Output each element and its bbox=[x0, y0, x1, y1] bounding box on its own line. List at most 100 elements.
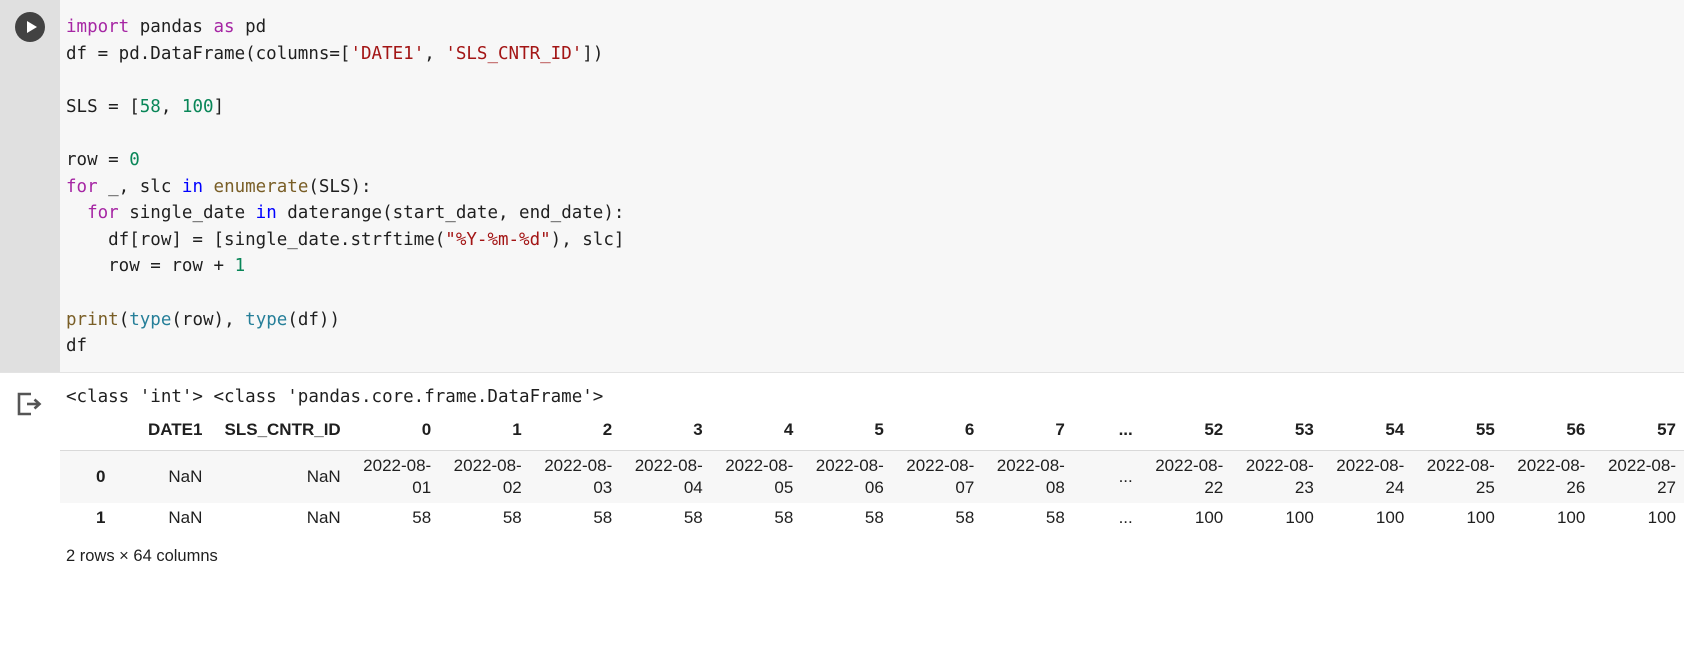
dataframe-cell: NaN bbox=[306, 508, 341, 527]
code-token: 1 bbox=[234, 256, 246, 277]
dataframe-table: DATE1 SLS_CNTR_ID 0 1 2 3 4 5 6 7... 52 53 54 55 56 57 … bbox=[60, 415, 1684, 533]
dataframe-cell: 100 bbox=[1194, 508, 1224, 527]
code-token: 0 bbox=[129, 149, 140, 170]
dataframe-column-header: 3 bbox=[620, 415, 711, 451]
run-cell-button[interactable] bbox=[15, 12, 45, 42]
code-token: pd bbox=[234, 17, 267, 37]
dataframe-cell: 58 bbox=[864, 508, 884, 527]
code-token: df[row] = [single_date.strftime( bbox=[66, 229, 446, 250]
code-token: daterange(start_date, end_date): bbox=[276, 203, 625, 224]
code-source[interactable]: import pandas as pd df = pd.DataFrame(co… bbox=[66, 14, 1684, 360]
play-icon bbox=[26, 21, 37, 33]
dataframe-column-header: 53 bbox=[1231, 415, 1322, 451]
dataframe-column-header: 5 bbox=[801, 415, 892, 451]
dataframe-cell: 2022-08-26 bbox=[1517, 456, 1586, 497]
code-token: ( bbox=[118, 309, 130, 330]
dataframe-cell: 2022-08-03 bbox=[544, 456, 613, 497]
code-token: (df)) bbox=[287, 309, 340, 330]
code-cell-gutter bbox=[0, 0, 60, 372]
code-token: row = bbox=[66, 149, 130, 170]
dataframe-cell: 2022-08-05 bbox=[725, 456, 794, 497]
stdout-text: <class 'int'> <class 'pandas.core.frame.… bbox=[66, 387, 604, 407]
code-token: "%Y-%m-%d" bbox=[445, 229, 551, 250]
dataframe-column-header: 57 bbox=[1593, 415, 1684, 451]
code-token: _, slc bbox=[97, 176, 182, 197]
dataframe-cell: 58 bbox=[1045, 508, 1065, 527]
dataframe-cell: 2022-08-04 bbox=[634, 456, 703, 497]
dataframe-column-header: 52 bbox=[1140, 415, 1232, 451]
dataframe-column-header: 1 bbox=[439, 415, 530, 451]
code-token: type bbox=[129, 309, 172, 330]
dataframe-shape-note: 2 rows × 64 columns bbox=[66, 547, 218, 565]
code-token: ] bbox=[213, 96, 225, 117]
code-token: in bbox=[181, 176, 203, 197]
dataframe-cell: 58 bbox=[774, 508, 794, 527]
dataframe-cell: ... bbox=[1118, 508, 1133, 527]
code-token: (SLS): bbox=[308, 176, 372, 197]
dataframe-cell: 2022-08-08 bbox=[996, 456, 1065, 497]
code-token: 'DATE1' bbox=[350, 43, 425, 64]
dataframe-cell: 58 bbox=[593, 508, 613, 527]
dataframe-cell: NaN bbox=[306, 467, 341, 486]
dataframe-row-index: 1 bbox=[96, 508, 106, 527]
dataframe-cell: 2022-08-02 bbox=[453, 456, 522, 497]
dataframe-scroll-area[interactable]: DATE1 SLS_CNTR_ID 0 1 2 3 4 5 6 7... 52 53 54 55 56 57 … bbox=[60, 415, 1684, 533]
dataframe-cell: 2022-08-22 bbox=[1155, 456, 1224, 497]
dataframe-cell: 2022-08-06 bbox=[815, 456, 884, 497]
dataframe-column-header: DATE1 bbox=[113, 415, 211, 451]
dataframe-head: DATE1 SLS_CNTR_ID 0 1 2 3 4 5 6 7... 52 53 54 55 56 57 bbox=[60, 415, 1684, 451]
code-token: print bbox=[66, 309, 119, 330]
dataframe-column-header: 55 bbox=[1412, 415, 1503, 451]
dataframe-cell: 2022-08-25 bbox=[1426, 456, 1495, 497]
code-token: 100 bbox=[181, 96, 214, 117]
code-token: 58 bbox=[139, 96, 161, 117]
dataframe-header-row: DATE1 SLS_CNTR_ID 0 1 2 3 4 5 6 7... 52 53 54 55 56 57 bbox=[60, 415, 1684, 451]
dataframe-cell: 2022-08-01 bbox=[363, 456, 432, 497]
code-token: import bbox=[66, 17, 130, 37]
code-token: df = pd.DataFrame(columns=[ bbox=[66, 43, 351, 64]
dataframe-cell: 100 bbox=[1556, 508, 1586, 527]
dataframe-cell: ... bbox=[1118, 467, 1133, 486]
dataframe-cell: NaN bbox=[168, 467, 203, 486]
code-token: ]) bbox=[582, 43, 604, 64]
dataframe-column-header: 54 bbox=[1321, 415, 1413, 451]
dataframe-cell: 2022-08-23 bbox=[1245, 456, 1314, 497]
code-token: for bbox=[87, 203, 119, 224]
code-editor[interactable]: import pandas as pd df = pd.DataFrame(co… bbox=[60, 0, 1684, 372]
code-token: 'SLS_CNTR_ID' bbox=[445, 43, 583, 64]
dataframe-cell: 58 bbox=[412, 508, 432, 527]
dataframe-column-header: 56 bbox=[1502, 415, 1594, 451]
output-body: <class 'int'> <class 'pandas.core.frame.… bbox=[60, 373, 1684, 566]
code-token: row = row + bbox=[66, 256, 235, 277]
dataframe-column-header: SLS_CNTR_ID bbox=[210, 415, 349, 451]
code-token: for bbox=[66, 176, 98, 197]
dataframe-body: 0 NaN NaN 2022-08-01 2022-08-02 2022-08-03 202… bbox=[60, 450, 1684, 533]
dataframe-cell: NaN bbox=[168, 508, 203, 527]
dataframe-cell: 58 bbox=[683, 508, 703, 527]
dataframe-column-header: 0 bbox=[348, 415, 440, 451]
code-token: pandas bbox=[129, 17, 214, 37]
code-cell: import pandas as pd df = pd.DataFrame(co… bbox=[0, 0, 1684, 373]
code-token: , bbox=[424, 43, 446, 64]
code-token: as bbox=[213, 17, 235, 37]
code-token: SLS = [ bbox=[66, 96, 140, 117]
code-token: in bbox=[255, 203, 277, 224]
dataframe-cell: 2022-08-07 bbox=[906, 456, 975, 497]
dataframe-column-header: 6 bbox=[891, 415, 983, 451]
dataframe-cell: 58 bbox=[955, 508, 975, 527]
dataframe-cell: 58 bbox=[502, 508, 522, 527]
dataframe-column-header: 2 bbox=[529, 415, 621, 451]
code-token: df bbox=[66, 336, 88, 357]
code-token: , bbox=[160, 96, 182, 117]
dataframe-column-header: ... bbox=[1072, 415, 1141, 451]
code-token: (row), bbox=[171, 309, 246, 330]
dataframe-cell: 100 bbox=[1375, 508, 1405, 527]
dataframe-cell: 100 bbox=[1647, 508, 1676, 527]
table-row: 0 NaN NaN 2022-08-01 2022-08-02 2022-08-03 202… bbox=[60, 450, 1684, 503]
table-row: 1 NaN NaN 58 58 58 58 58 58 58 58... 100 100 100 100 10… bbox=[60, 503, 1684, 533]
dataframe-index-header bbox=[60, 415, 114, 451]
dataframe-column-header: 7 bbox=[982, 415, 1073, 451]
code-token: enumerate bbox=[213, 176, 309, 197]
